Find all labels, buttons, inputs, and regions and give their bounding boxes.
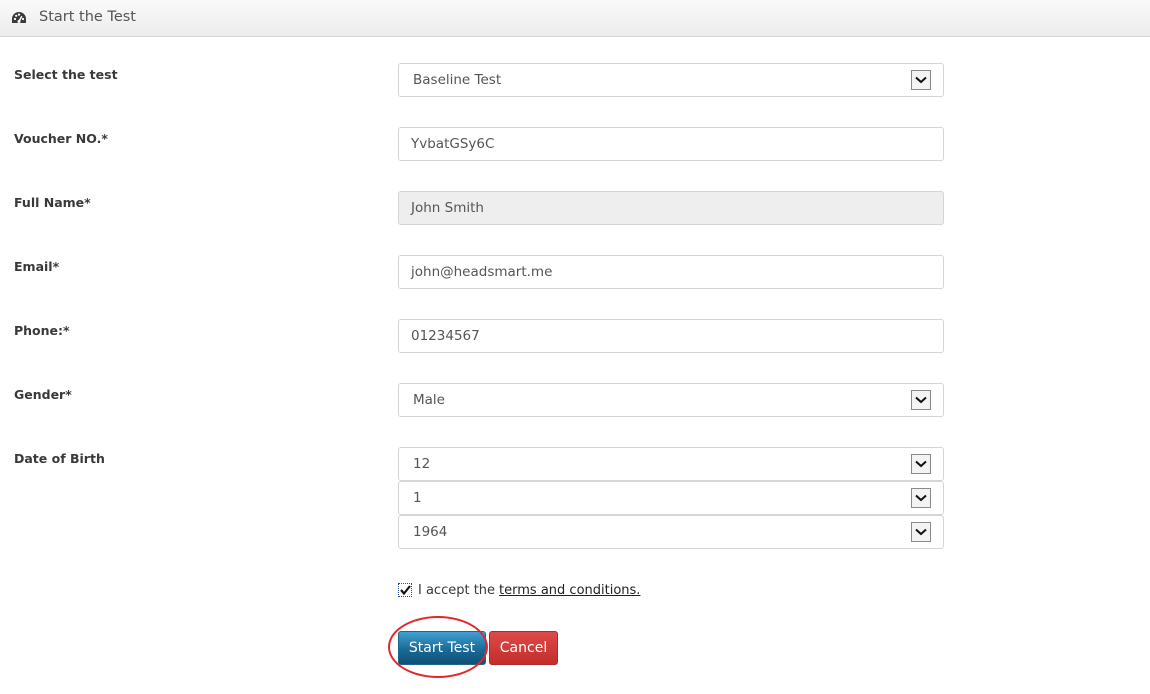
dob-month-value: 1 [413, 490, 422, 506]
terms-link[interactable]: terms and conditions. [499, 583, 640, 598]
panel-header: Start the Test [0, 0, 1150, 37]
dob-year-value: 1964 [413, 524, 448, 540]
checkmark-icon [399, 585, 411, 595]
terms-prefix: I accept the [418, 582, 496, 598]
voucher-input-value: YvbatGSy6C [411, 136, 495, 152]
full-name-input-value: John Smith [411, 200, 484, 216]
label-select-test: Select the test [14, 67, 118, 82]
phone-input[interactable]: 01234567 [398, 319, 944, 353]
test-select-value: Baseline Test [413, 72, 502, 88]
email-input[interactable]: john@headsmart.me [398, 255, 944, 289]
phone-input-value: 01234567 [411, 328, 480, 344]
voucher-input[interactable]: YvbatGSy6C [398, 127, 944, 161]
dob-year-select[interactable]: 1964 [398, 515, 944, 549]
chevron-down-icon[interactable] [911, 454, 931, 474]
chevron-down-icon[interactable] [911, 522, 931, 542]
label-dob: Date of Birth [14, 451, 105, 466]
label-email: Email* [14, 259, 60, 274]
cancel-button[interactable]: Cancel [489, 631, 558, 665]
label-gender: Gender* [14, 387, 72, 402]
terms-row: I accept the terms and conditions. [398, 581, 640, 599]
chevron-down-icon[interactable] [911, 488, 931, 508]
gender-select-value: Male [413, 392, 445, 408]
chevron-down-icon[interactable] [911, 70, 931, 90]
label-phone: Phone:* [14, 323, 70, 338]
full-name-input[interactable]: John Smith [398, 191, 944, 225]
email-input-value: john@headsmart.me [411, 264, 553, 280]
dashboard-gauge-icon [11, 11, 27, 25]
gender-select[interactable]: Male [398, 383, 944, 417]
start-test-button[interactable]: Start Test [398, 631, 486, 665]
test-select[interactable]: Baseline Test [398, 63, 944, 97]
dob-month-select[interactable]: 1 [398, 481, 944, 515]
label-full-name: Full Name* [14, 195, 91, 210]
dob-day-value: 12 [413, 456, 431, 472]
dob-day-select[interactable]: 12 [398, 447, 944, 481]
terms-checkbox[interactable] [398, 583, 412, 597]
label-voucher: Voucher NO.* [14, 131, 108, 146]
page-title: Start the Test [39, 9, 136, 25]
chevron-down-icon[interactable] [911, 390, 931, 410]
